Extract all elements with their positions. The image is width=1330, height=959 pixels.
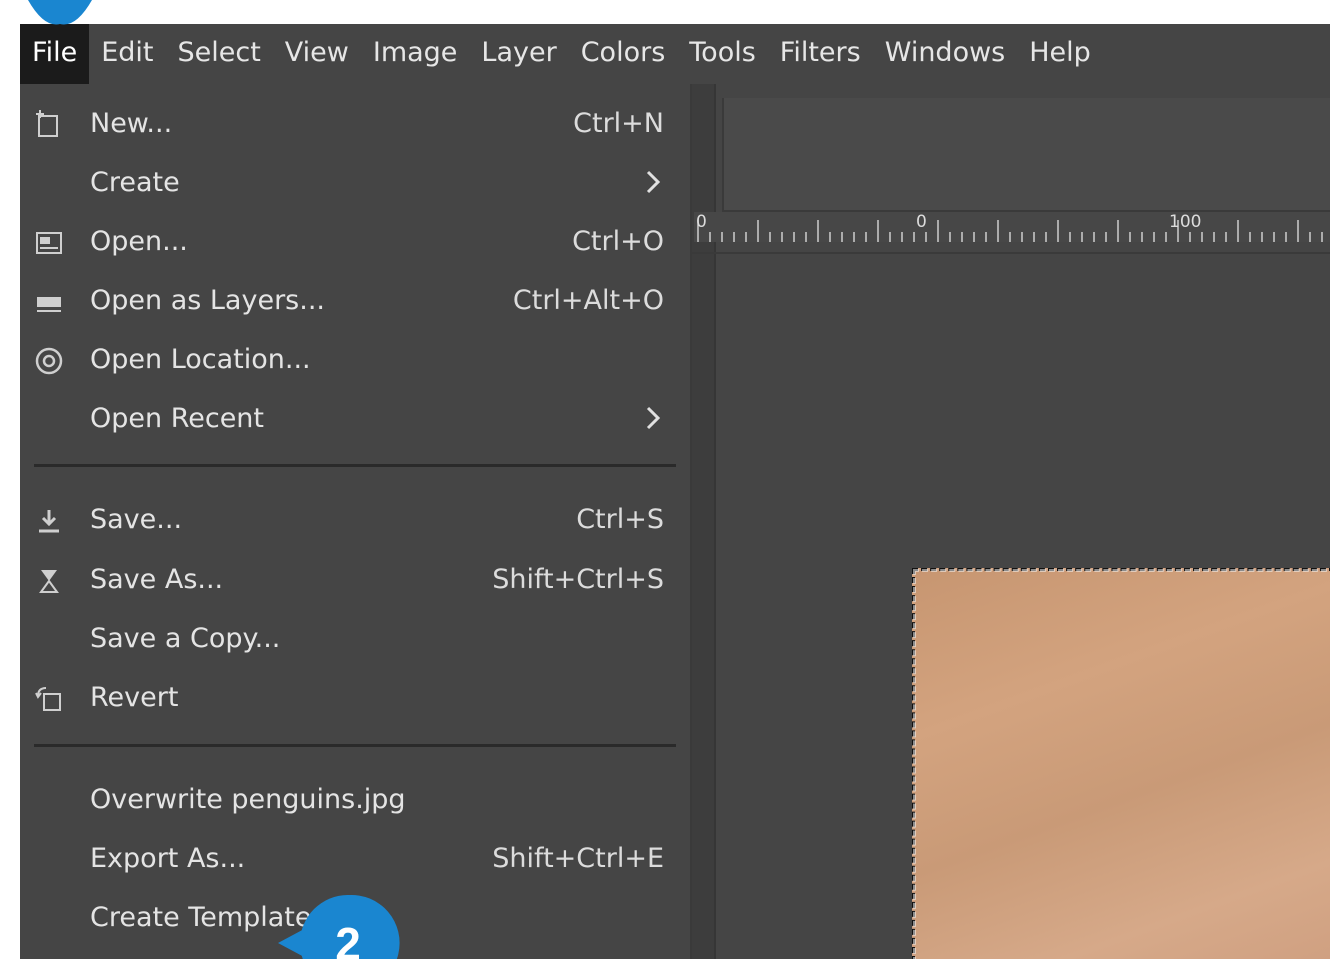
menu-image[interactable]: Image bbox=[361, 24, 470, 84]
menubar: File Edit Select View Image Layer Colors… bbox=[20, 24, 1330, 84]
menu-view[interactable]: View bbox=[273, 24, 361, 84]
menu-item-label: Revert bbox=[90, 682, 179, 713]
chevron-right-icon bbox=[646, 406, 661, 430]
menu-item-shortcut: Ctrl+Alt+O bbox=[512, 285, 664, 316]
menu-item-revert[interactable]: Revert bbox=[20, 670, 690, 726]
horizontal-ruler[interactable]: 0 0 100 bbox=[694, 212, 1330, 242]
menu-item-shortcut: Ctrl+O bbox=[572, 226, 664, 257]
file-menu-dropdown: New... Ctrl+N Create Open... Ctrl+O Open bbox=[20, 84, 692, 959]
new-file-icon bbox=[36, 110, 58, 137]
menu-item-label: Create bbox=[90, 167, 180, 198]
chevron-right-icon bbox=[646, 170, 661, 194]
gimp-window: File Edit Select View Image Layer Colors… bbox=[20, 24, 1330, 959]
menu-select[interactable]: Select bbox=[165, 24, 272, 84]
menu-item-label: Open as Layers... bbox=[90, 285, 325, 316]
ruler-label: 100 bbox=[1169, 212, 1202, 232]
menu-separator bbox=[34, 744, 676, 747]
menu-item-shortcut: Ctrl+S bbox=[576, 504, 664, 535]
menu-tools[interactable]: Tools bbox=[677, 24, 768, 84]
menu-edit[interactable]: Edit bbox=[89, 24, 165, 84]
save-as-icon bbox=[39, 570, 59, 593]
menu-item-shortcut: Shift+Ctrl+E bbox=[492, 843, 664, 874]
menu-item-save-as[interactable]: Save As... Shift+Ctrl+S bbox=[20, 552, 690, 608]
menu-separator bbox=[34, 464, 676, 467]
menu-filters[interactable]: Filters bbox=[768, 24, 873, 84]
revert-icon bbox=[35, 687, 61, 711]
open-image-icon bbox=[36, 232, 62, 254]
save-icon bbox=[39, 510, 59, 533]
menu-item-label: New... bbox=[90, 108, 173, 139]
menu-file[interactable]: File bbox=[20, 24, 90, 84]
menu-item-label: Open Location... bbox=[90, 344, 311, 375]
menu-item-open-location[interactable]: Open Location... bbox=[20, 332, 690, 388]
image-canvas[interactable] bbox=[912, 568, 1330, 959]
ruler-ticks bbox=[697, 220, 1323, 242]
ruler-label: 0 bbox=[916, 212, 927, 232]
menu-item-export-as[interactable]: Export As... Shift+Ctrl+E bbox=[20, 831, 690, 887]
menu-item-overwrite[interactable]: Overwrite penguins.jpg bbox=[20, 772, 690, 828]
ruler-divider bbox=[692, 252, 1330, 254]
globe-icon bbox=[35, 347, 63, 375]
menu-layer[interactable]: Layer bbox=[469, 24, 568, 84]
menu-item-save-a-copy[interactable]: Save a Copy... bbox=[20, 611, 690, 667]
menu-item-new[interactable]: New... Ctrl+N bbox=[20, 96, 690, 152]
step-callout-badge-partial bbox=[28, 0, 92, 25]
image-window: 0 0 100 bbox=[692, 84, 1330, 959]
menu-item-label: Save As... bbox=[90, 564, 224, 595]
menu-item-open-as-layers[interactable]: Open as Layers... Ctrl+Alt+O bbox=[20, 273, 690, 329]
top-panel bbox=[722, 98, 1330, 212]
menu-item-save[interactable]: Save... Ctrl+S bbox=[20, 492, 690, 548]
callout-number: 2 bbox=[335, 918, 361, 959]
ruler-label: 0 bbox=[696, 212, 707, 232]
menu-item-open[interactable]: Open... Ctrl+O bbox=[20, 214, 690, 270]
menu-item-label: Save a Copy... bbox=[90, 623, 281, 654]
menu-colors[interactable]: Colors bbox=[569, 24, 678, 84]
menu-item-label: Open... bbox=[90, 226, 188, 257]
menu-item-shortcut: Ctrl+N bbox=[573, 108, 664, 139]
menu-item-shortcut: Shift+Ctrl+S bbox=[492, 564, 664, 595]
menu-help[interactable]: Help bbox=[1017, 24, 1103, 84]
menu-item-label: Export As... bbox=[90, 843, 246, 874]
menu-item-label: Open Recent bbox=[90, 403, 265, 434]
menu-item-label: Save... bbox=[90, 504, 183, 535]
menu-item-open-recent[interactable]: Open Recent bbox=[20, 391, 690, 447]
step-callout-badge: 2 bbox=[278, 895, 400, 959]
menu-windows[interactable]: Windows bbox=[873, 24, 1018, 84]
open-layers-icon bbox=[37, 297, 61, 312]
menu-item-create[interactable]: Create bbox=[20, 155, 690, 211]
menu-item-label: Overwrite penguins.jpg bbox=[90, 784, 406, 815]
